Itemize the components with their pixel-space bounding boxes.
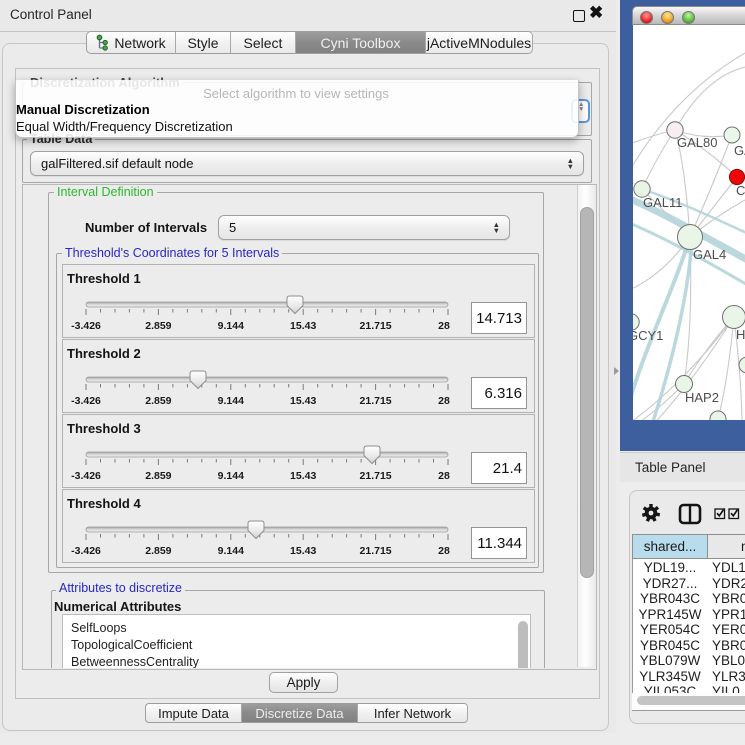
svg-text:C: C: [736, 183, 745, 198]
svg-text:GAL4: GAL4: [693, 247, 726, 262]
svg-text:HAP2: HAP2: [685, 390, 719, 405]
svg-text:GCY1: GCY1: [633, 328, 663, 343]
svg-text:H: H: [736, 327, 745, 342]
svg-text:GAL11: GAL11: [643, 195, 683, 210]
svg-text:GA: GA: [734, 143, 745, 158]
svg-text:GAL80: GAL80: [677, 135, 717, 150]
